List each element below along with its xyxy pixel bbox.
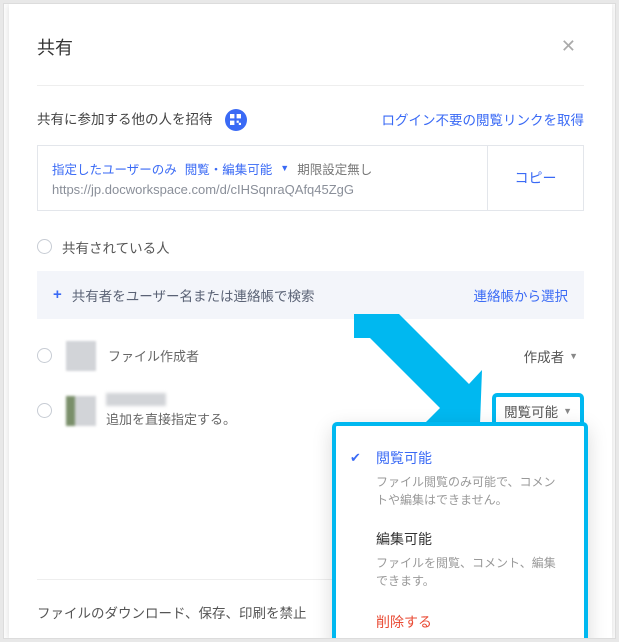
user-name-blurred bbox=[106, 393, 166, 406]
user-radio[interactable] bbox=[37, 403, 52, 418]
link-permission: 閲覧・編集可能 bbox=[185, 159, 273, 178]
search-placeholder: 共有者をユーザー名または連絡帳で検索 bbox=[72, 285, 315, 305]
restrict-download-label: ファイルのダウンロード、保存、印刷を禁止 bbox=[37, 602, 306, 622]
role-dropdown-owner[interactable]: 作成者 ▼ bbox=[518, 342, 584, 370]
avatar bbox=[66, 341, 96, 371]
shared-users-toggle[interactable]: 共有されている人 bbox=[37, 237, 584, 257]
caret-down-icon: ▼ bbox=[563, 406, 572, 416]
shared-users-label: 共有されている人 bbox=[62, 237, 170, 257]
perm-desc: ファイルを閲覧、コメント、編集できます。 bbox=[376, 554, 566, 590]
perm-option-edit[interactable]: 編集可能 ファイルを閲覧、コメント、編集できます。 bbox=[336, 521, 584, 602]
link-url: https://jp.docworkspace.com/d/cIHSqnraQA… bbox=[52, 182, 473, 197]
caret-down-icon: ▼ bbox=[569, 351, 578, 361]
perm-option-view[interactable]: ✔ 閲覧可能 ファイル閲覧のみ可能で、コメントや編集はできません。 bbox=[336, 440, 584, 521]
contacts-link[interactable]: 連絡帳から選択 bbox=[474, 285, 569, 305]
link-scope: 指定したユーザーのみ bbox=[52, 159, 177, 178]
invite-label-group: 共有に参加する他の人を招待 bbox=[37, 108, 247, 131]
perm-option-delete[interactable]: 削除する bbox=[336, 602, 584, 638]
user-row-owner: ファイル作成者 作成者 ▼ bbox=[37, 341, 584, 371]
close-icon: ✕ bbox=[561, 36, 576, 56]
avatar bbox=[66, 396, 96, 426]
perm-desc: ファイル閲覧のみ可能で、コメントや編集はできません。 bbox=[376, 473, 566, 509]
perm-title: 閲覧可能 bbox=[376, 448, 566, 468]
share-link-box: 指定したユーザーのみ 閲覧・編集可能 ▼ 期限設定無し https://jp.d… bbox=[37, 145, 584, 211]
copy-button[interactable]: コピー bbox=[487, 146, 583, 210]
modal-header: 共有 ✕ bbox=[37, 32, 584, 86]
radio-shared-users bbox=[37, 239, 52, 254]
close-button[interactable]: ✕ bbox=[553, 32, 584, 61]
perm-title: 編集可能 bbox=[376, 529, 566, 549]
user-radio[interactable] bbox=[37, 348, 52, 363]
search-row: + 共有者をユーザー名または連絡帳で検索 連絡帳から選択 bbox=[37, 271, 584, 319]
user-role-label: 追加を直接指定する。 bbox=[106, 409, 236, 428]
plus-icon: + bbox=[53, 286, 62, 303]
link-expiry: 期限設定無し bbox=[297, 159, 372, 178]
check-icon: ✔ bbox=[350, 450, 361, 466]
share-link-settings[interactable]: 指定したユーザーのみ 閲覧・編集可能 ▼ 期限設定無し https://jp.d… bbox=[38, 146, 487, 210]
user-role-label: ファイル作成者 bbox=[108, 346, 199, 365]
qr-icon[interactable] bbox=[225, 109, 247, 131]
caret-down-icon: ▼ bbox=[280, 163, 289, 173]
invite-label: 共有に参加する他の人を招待 bbox=[37, 112, 213, 127]
add-user-search[interactable]: + 共有者をユーザー名または連絡帳で検索 bbox=[53, 285, 315, 305]
modal-title: 共有 bbox=[37, 34, 73, 60]
permission-popup: ✔ 閲覧可能 ファイル閲覧のみ可能で、コメントや編集はできません。 編集可能 フ… bbox=[332, 422, 588, 639]
get-noauth-link[interactable]: ログイン不要の閲覧リンクを取得 bbox=[382, 109, 585, 129]
